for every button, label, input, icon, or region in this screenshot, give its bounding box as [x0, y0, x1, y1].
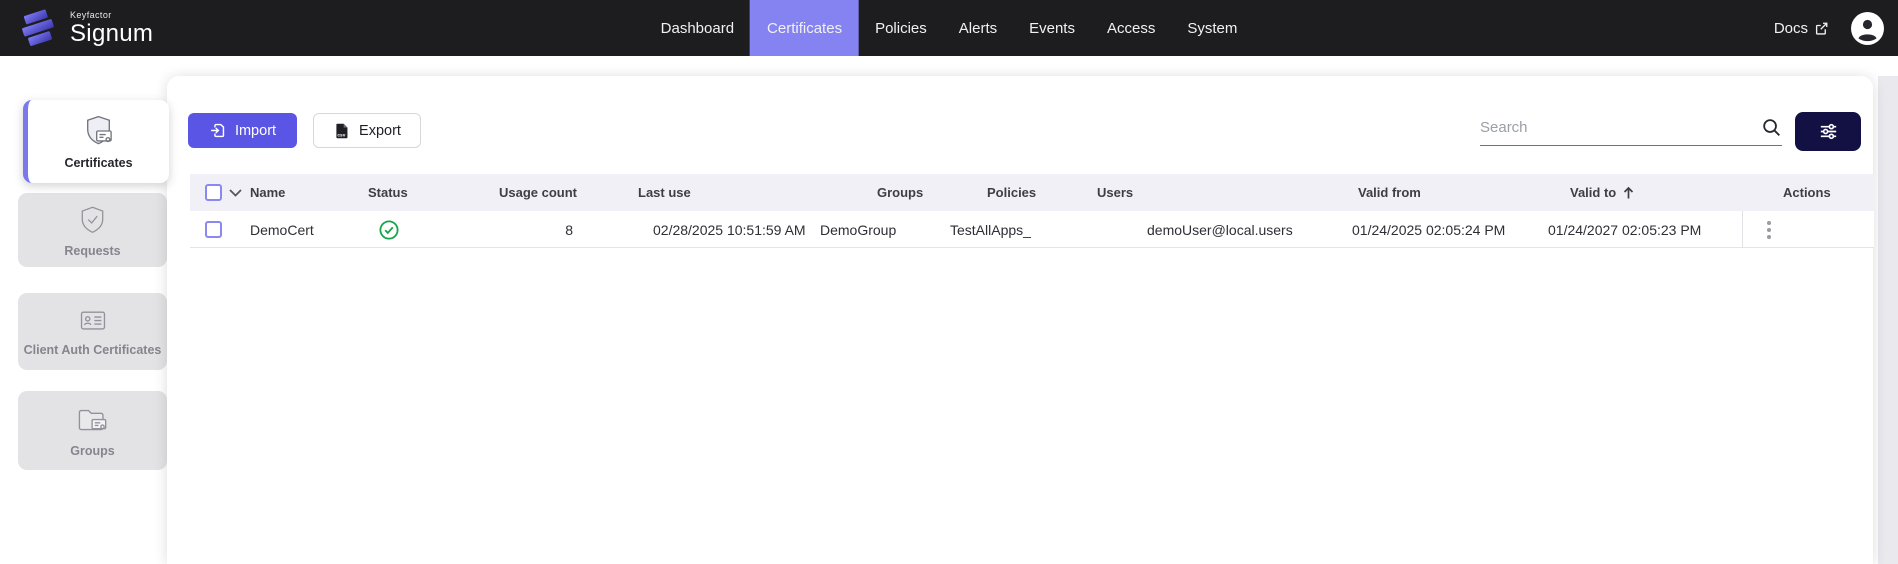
filter-sliders-icon [1817, 120, 1840, 143]
nav-item-policies[interactable]: Policies [859, 0, 943, 56]
row-checkbox-cell [205, 211, 222, 248]
column-header-valid-to[interactable]: Valid to [1570, 174, 1635, 211]
column-header-last-use[interactable]: Last use [638, 174, 691, 211]
column-header-actions: Actions [1783, 174, 1831, 211]
select-all-checkbox-cell [205, 174, 222, 211]
nav-item-dashboard[interactable]: Dashboard [645, 0, 750, 56]
cell-usage-count: 8 [462, 211, 573, 248]
select-menu-chevron[interactable] [229, 174, 242, 211]
brand-text: Keyfactor Signum [70, 11, 153, 46]
status-valid-icon [378, 219, 400, 241]
cell-actions [1742, 211, 1874, 248]
cell-policies: TestAllApps_ [950, 211, 1031, 248]
keyfactor-logo-icon [16, 6, 60, 50]
docs-link-label: Docs [1774, 20, 1808, 37]
nav-item-access[interactable]: Access [1091, 0, 1171, 56]
svg-text:csv: csv [337, 133, 345, 138]
folder-certificate-icon [74, 404, 112, 437]
export-button[interactable]: csv Export [313, 113, 421, 148]
nav-item-certificates[interactable]: Certificates [750, 0, 859, 56]
column-header-valid-from[interactable]: Valid from [1358, 174, 1421, 211]
navbar-right: Docs [1774, 0, 1884, 56]
sidebar-item-certificates[interactable]: Certificates [23, 100, 169, 183]
nav-item-alerts[interactable]: Alerts [943, 0, 1013, 56]
top-navbar: Keyfactor Signum Dashboard Certificates … [0, 0, 1898, 56]
column-header-users[interactable]: Users [1097, 174, 1133, 211]
table-header: Name Status Usage count Last use Groups … [190, 174, 1874, 211]
search-icon[interactable] [1761, 117, 1782, 138]
csv-file-icon: csv [333, 122, 350, 140]
column-header-valid-to-label: Valid to [1570, 185, 1616, 200]
sidebar-item-label: Client Auth Certificates [24, 343, 162, 357]
person-icon [1851, 12, 1884, 45]
scrollbar-track[interactable] [1878, 76, 1898, 564]
row-checkbox[interactable] [205, 221, 222, 238]
column-header-status[interactable]: Status [368, 174, 408, 211]
select-all-checkbox[interactable] [205, 184, 222, 201]
sidebar-item-groups[interactable]: Groups [18, 391, 167, 470]
brand[interactable]: Keyfactor Signum [0, 6, 153, 50]
external-link-icon [1814, 21, 1829, 36]
sidebar-item-client-auth-certificates[interactable]: Client Auth Certificates [18, 293, 167, 370]
export-button-label: Export [359, 123, 401, 139]
search-field [1480, 110, 1782, 146]
cell-valid-from: 01/24/2025 02:05:24 PM [1352, 211, 1505, 248]
brand-product: Signum [70, 22, 153, 46]
chevron-down-icon [229, 189, 242, 197]
shield-certificate-icon [80, 113, 117, 149]
docs-link[interactable]: Docs [1774, 20, 1829, 37]
import-button[interactable]: Import [188, 113, 297, 148]
column-header-usage-count[interactable]: Usage count [462, 174, 577, 211]
nav-item-events[interactable]: Events [1013, 0, 1091, 56]
sidebar-item-requests[interactable]: Requests [18, 193, 167, 267]
import-file-icon [209, 122, 226, 139]
cell-status [378, 211, 400, 248]
import-button-label: Import [235, 123, 276, 139]
cell-users: demoUser@local.users [1147, 211, 1293, 248]
content-panel [167, 76, 1873, 564]
row-actions-menu-icon[interactable] [1767, 221, 1771, 239]
nav-item-system[interactable]: System [1171, 0, 1253, 56]
app-root: Keyfactor Signum Dashboard Certificates … [0, 0, 1898, 564]
table-row: DemoCert 8 02/28/2025 10:51:59 AM DemoGr… [190, 211, 1874, 248]
user-avatar[interactable] [1851, 12, 1884, 45]
column-header-policies[interactable]: Policies [987, 174, 1036, 211]
shield-check-icon [75, 203, 110, 237]
main-nav: Dashboard Certificates Policies Alerts E… [645, 0, 1254, 56]
cell-last-use: 02/28/2025 10:51:59 AM [653, 211, 806, 248]
column-header-name[interactable]: Name [250, 174, 285, 211]
sidebar-item-label: Groups [70, 444, 114, 458]
sidebar-item-label: Certificates [64, 156, 132, 170]
cell-valid-to: 01/24/2027 02:05:23 PM [1548, 211, 1701, 248]
id-card-icon [75, 306, 111, 336]
column-header-groups[interactable]: Groups [877, 174, 923, 211]
brand-company: Keyfactor [70, 11, 153, 20]
sidebar-item-label: Requests [64, 244, 120, 258]
sort-ascending-icon [1622, 186, 1635, 200]
cell-name[interactable]: DemoCert [250, 211, 314, 248]
search-input[interactable] [1480, 119, 1761, 136]
cell-groups: DemoGroup [820, 211, 896, 248]
filter-button[interactable] [1795, 112, 1861, 151]
